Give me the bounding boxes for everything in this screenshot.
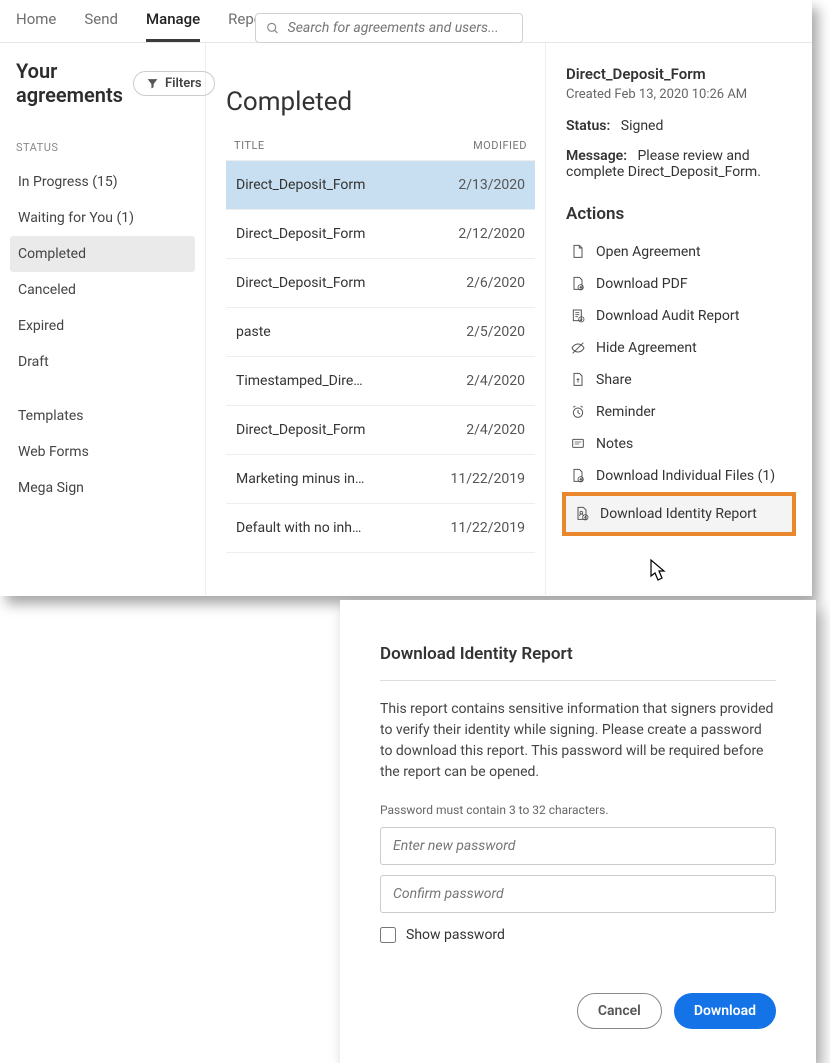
password-input[interactable] — [380, 827, 776, 865]
row-title: Direct_Deposit_Form — [236, 275, 365, 291]
action-download-audit[interactable]: Download Audit Report — [566, 300, 792, 332]
download-identity-dialog: Download Identity Report This report con… — [340, 600, 816, 1063]
search-wrap[interactable] — [255, 13, 523, 43]
nav-manage[interactable]: Manage — [146, 10, 200, 42]
row-date: 2/13/2020 — [458, 177, 525, 193]
detail-pane: Direct_Deposit_Form Created Feb 13, 2020… — [546, 43, 812, 595]
status-item-2[interactable]: Completed — [10, 236, 195, 272]
search-icon — [266, 21, 280, 36]
filters-button[interactable]: Filters — [133, 71, 215, 96]
agreements-list-pane: Completed TITLE MODIFIED Direct_Deposit_… — [206, 43, 546, 595]
password-hint: Password must contain 3 to 32 characters… — [380, 803, 776, 817]
sidebar-extra-0[interactable]: Templates — [10, 398, 195, 434]
status-item-3[interactable]: Canceled — [10, 272, 195, 308]
col-header-modified[interactable]: MODIFIED — [473, 139, 527, 152]
sidebar-extra-2[interactable]: Mega Sign — [10, 470, 195, 506]
sidebar-extra-1[interactable]: Web Forms — [10, 434, 195, 470]
action-hide[interactable]: Hide Agreement — [566, 332, 792, 364]
status-item-1[interactable]: Waiting for You (1) — [10, 200, 195, 236]
row-title: Direct_Deposit_Form — [236, 226, 365, 242]
hide-icon — [570, 340, 586, 356]
reminder-icon — [570, 404, 586, 420]
divider — [380, 680, 776, 681]
table-row[interactable]: Default with no inh… 11/22/2019 — [226, 504, 535, 553]
action-label: Download Identity Report — [600, 506, 757, 522]
table-row[interactable]: paste 2/5/2020 — [226, 308, 535, 357]
row-date: 11/22/2019 — [451, 520, 526, 536]
table-row[interactable]: Direct_Deposit_Form 2/12/2020 — [226, 210, 535, 259]
download-files-icon — [570, 468, 586, 484]
share-icon — [570, 372, 586, 388]
download-button[interactable]: Download — [674, 993, 776, 1029]
table-row[interactable]: Direct_Deposit_Form 2/4/2020 — [226, 406, 535, 455]
action-notes[interactable]: Notes — [566, 428, 792, 460]
status-item-0[interactable]: In Progress (15) — [10, 164, 195, 200]
dialog-body: This report contains sensitive informati… — [380, 699, 776, 783]
action-label: Download Individual Files (1) — [596, 468, 775, 484]
actions-heading: Actions — [566, 204, 792, 224]
table-row[interactable]: Direct_Deposit_Form 2/13/2020 — [226, 161, 535, 210]
show-password-label: Show password — [406, 927, 505, 943]
action-reminder[interactable]: Reminder — [566, 396, 792, 428]
status-item-5[interactable]: Draft — [10, 344, 195, 380]
action-download-identity[interactable]: Download Identity Report — [562, 492, 796, 536]
download-identity-icon — [574, 506, 590, 522]
status-item-4[interactable]: Expired — [10, 308, 195, 344]
row-title: paste — [236, 324, 271, 340]
download-pdf-icon — [570, 276, 586, 292]
row-title: Default with no inh… — [236, 520, 361, 536]
cancel-button[interactable]: Cancel — [577, 993, 662, 1029]
row-date: 2/4/2020 — [466, 373, 525, 389]
table-row[interactable]: Marketing minus in… 11/22/2019 — [226, 455, 535, 504]
row-title: Direct_Deposit_Form — [236, 422, 365, 438]
status-section-label: STATUS — [10, 141, 195, 154]
action-file[interactable]: Open Agreement — [566, 236, 792, 268]
row-title: Timestamped_Dire… — [236, 373, 363, 389]
action-download-pdf[interactable]: Download PDF — [566, 268, 792, 300]
row-title: Direct_Deposit_Form — [236, 177, 365, 193]
status-label: Status: — [566, 118, 610, 134]
table-row[interactable]: Direct_Deposit_Form 2/6/2020 — [226, 259, 535, 308]
nav-send[interactable]: Send — [84, 10, 118, 42]
action-label: Reminder — [596, 404, 656, 420]
nav-home[interactable]: Home — [16, 10, 56, 42]
action-download-files[interactable]: Download Individual Files (1) — [566, 460, 792, 492]
filters-label: Filters — [165, 76, 202, 91]
download-audit-icon — [570, 308, 586, 324]
action-label: Share — [596, 372, 632, 388]
action-label: Open Agreement — [596, 244, 701, 260]
action-label: Notes — [596, 436, 633, 452]
dialog-title: Download Identity Report — [380, 644, 776, 664]
action-label: Hide Agreement — [596, 340, 697, 356]
sidebar: Your agreements Filters STATUS In Progre… — [0, 43, 206, 595]
table-row[interactable]: Timestamped_Dire… 2/4/2020 — [226, 357, 535, 406]
confirm-password-input[interactable] — [380, 875, 776, 913]
row-date: 2/12/2020 — [458, 226, 525, 242]
show-password-checkbox[interactable] — [380, 927, 396, 943]
col-header-title[interactable]: TITLE — [234, 139, 265, 152]
row-date: 11/22/2019 — [451, 471, 526, 487]
row-date: 2/5/2020 — [466, 324, 525, 340]
action-label: Download Audit Report — [596, 308, 740, 324]
message-label: Message: — [566, 148, 627, 164]
status-value: Signed — [621, 118, 664, 134]
row-title: Marketing minus in… — [236, 471, 364, 487]
row-date: 2/6/2020 — [466, 275, 525, 291]
page-title: Your agreements — [16, 59, 123, 107]
filter-icon — [146, 77, 159, 90]
row-date: 2/4/2020 — [466, 422, 525, 438]
search-input[interactable] — [288, 20, 512, 36]
action-label: Download PDF — [596, 276, 688, 292]
show-password-row[interactable]: Show password — [380, 927, 776, 943]
notes-icon — [570, 436, 586, 452]
list-heading: Completed — [226, 87, 535, 117]
created-label: Created Feb 13, 2020 10:26 AM — [566, 87, 792, 102]
file-icon — [570, 244, 586, 260]
action-share[interactable]: Share — [566, 364, 792, 396]
document-title: Direct_Deposit_Form — [566, 65, 792, 83]
